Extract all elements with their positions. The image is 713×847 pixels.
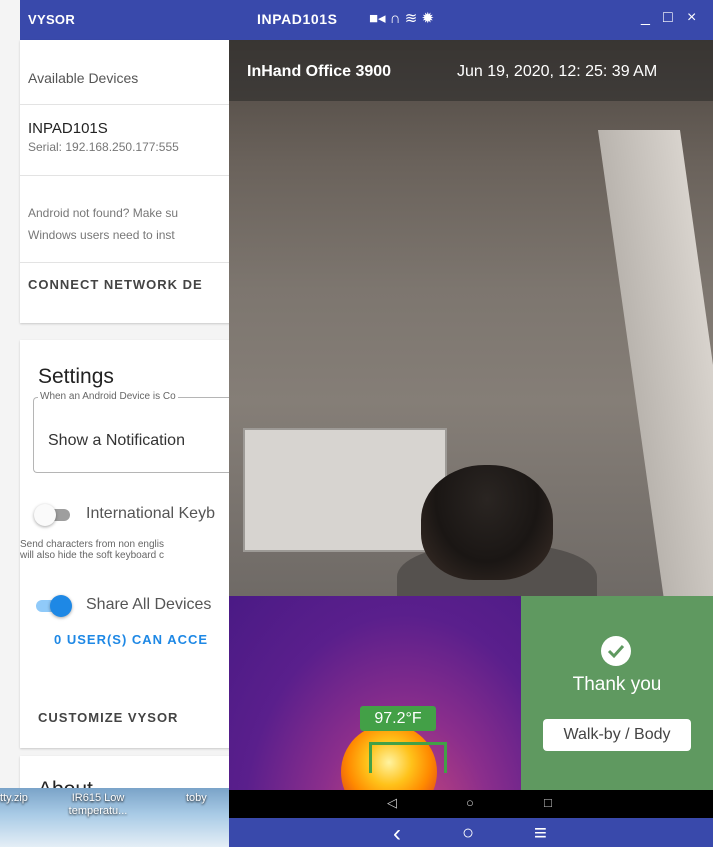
international-keyboard-toggle[interactable] (34, 504, 72, 526)
face-detection-box (369, 742, 447, 773)
customize-vysor-button[interactable]: CUSTOMIZE VYSOR (38, 710, 178, 725)
users-access-link[interactable]: 0 USER(S) CAN ACCE (54, 632, 208, 647)
available-devices-heading: Available Devices (28, 70, 139, 86)
help-text-line1: Android not found? Make su (28, 206, 179, 220)
back-icon[interactable]: ◁ (387, 795, 397, 811)
device-name: INPAD101S (28, 120, 108, 137)
international-keyboard-description-line1: Send characters from non englis (20, 539, 164, 550)
menu-icon[interactable]: ≡ (534, 820, 547, 846)
status-icons: ■◂ ∩ ≋ ✹ (369, 9, 434, 27)
divider (20, 175, 232, 176)
android-navigation-bar: ◁ ○ □ (229, 790, 713, 818)
whiteboard (243, 428, 447, 552)
vysor-panel: VYSOR Available Devices INPAD101S Serial… (0, 0, 232, 847)
video-icon: ■◂ (369, 10, 386, 27)
divider (20, 262, 232, 263)
headset-icon: ∩ (389, 10, 401, 27)
camera-view[interactable]: InHand Office 3900 Jun 19, 2020, 12: 25:… (229, 40, 713, 596)
screening-result: Thank you Walk-by / Body (521, 596, 713, 790)
devices-card: Available Devices INPAD101S Serial: 192.… (20, 40, 232, 323)
vysor-navigation-bar: ‹ ○ ≡ (229, 818, 713, 847)
device-serial: Serial: 192.168.250.177:555 (28, 140, 179, 154)
share-all-devices-label: Share All Devices (86, 596, 212, 613)
back-icon[interactable]: ‹ (393, 820, 401, 847)
location-label: InHand Office 3900 (247, 63, 392, 80)
device-window: INPAD101S ■◂ ∩ ≋ ✹ _ □ × InHand Office 3… (229, 0, 713, 847)
close-button[interactable]: × (687, 9, 696, 27)
datetime-label: Jun 19, 2020, 12: 25: 39 AM (457, 63, 658, 80)
minimize-button[interactable]: _ (641, 9, 650, 27)
connect-network-device-button[interactable]: CONNECT NETWORK DE (28, 277, 203, 292)
check-icon (601, 636, 631, 666)
desktop-icon-file[interactable]: tty.zip (0, 792, 28, 804)
app-name: VYSOR (28, 12, 76, 27)
help-text-line2: Windows users need to inst (28, 228, 175, 242)
device-window-title: INPAD101S (257, 11, 338, 27)
share-all-devices-toggle[interactable] (34, 595, 72, 617)
gear-icon: ✹ (421, 10, 435, 27)
notification-select-value: Show a Notification (48, 432, 185, 449)
desktop-background: tty.zip IR615 Low temperatu... toby (0, 788, 232, 847)
wifi-icon: ≋ (404, 10, 418, 27)
vysor-app-bar: VYSOR (20, 0, 232, 40)
recents-icon[interactable]: □ (544, 795, 552, 810)
international-keyboard-description-line2: will also hide the soft keyboard c (20, 550, 164, 561)
person-head (421, 465, 553, 580)
mode-badge: Walk-by / Body (543, 719, 691, 751)
camera-header: InHand Office 3900 Jun 19, 2020, 12: 25:… (229, 40, 713, 101)
notification-select[interactable]: When an Android Device is Co Show a Noti… (33, 391, 232, 473)
wall-edge (597, 130, 713, 596)
device-title-bar[interactable]: INPAD101S ■◂ ∩ ≋ ✹ _ □ × (229, 0, 713, 40)
settings-card: Settings When an Android Device is Co Sh… (20, 340, 232, 748)
home-icon[interactable]: ○ (462, 822, 474, 845)
thermal-view: 97.2°F (229, 596, 521, 790)
desktop-icon-file[interactable]: IR615 Low temperatu... (58, 792, 138, 818)
international-keyboard-label: International Keyb (86, 505, 215, 522)
maximize-button[interactable]: □ (663, 9, 673, 27)
result-message: Thank you (572, 674, 662, 695)
home-icon[interactable]: ○ (466, 795, 474, 810)
desktop-icon-folder[interactable]: toby (186, 792, 207, 804)
device-list-item[interactable]: INPAD101S Serial: 192.168.250.177:555 (20, 105, 232, 175)
temperature-badge: 97.2°F (360, 706, 436, 731)
settings-title: Settings (38, 365, 114, 388)
notification-select-label: When an Android Device is Co (38, 391, 178, 402)
